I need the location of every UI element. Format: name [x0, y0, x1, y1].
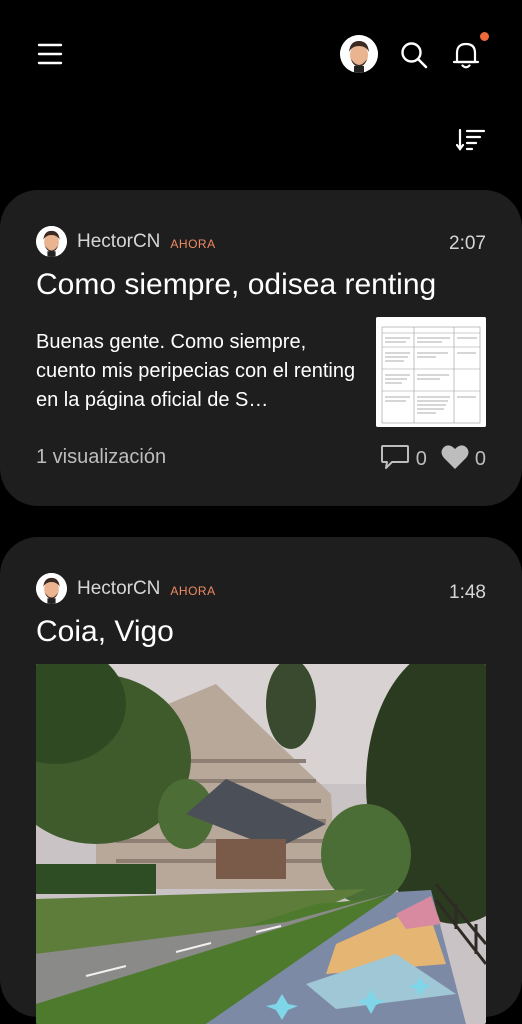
post-duration: 2:07 — [449, 233, 486, 254]
post-card[interactable]: HectorCN AHORA 2:07 Como siempre, odisea… — [0, 190, 522, 506]
user-avatar[interactable] — [340, 35, 378, 73]
notification-dot — [480, 32, 489, 41]
post-duration: 1:48 — [449, 582, 486, 603]
heart-icon[interactable] — [441, 444, 469, 475]
author-avatar[interactable] — [36, 226, 67, 257]
post-stats: 0 0 — [380, 444, 486, 475]
author-name[interactable]: HectorCN — [77, 578, 160, 600]
post-author-row: HectorCN AHORA — [36, 573, 216, 604]
top-app-bar — [0, 0, 522, 110]
post-photo[interactable] — [36, 664, 486, 1024]
post-card[interactable]: HectorCN AHORA 1:48 Coia, Vigo — [0, 537, 522, 1024]
search-icon[interactable] — [394, 35, 434, 75]
view-count: 1 visualización — [36, 446, 167, 468]
like-count: 0 — [474, 448, 486, 470]
post-time-badge: AHORA — [170, 237, 216, 251]
author-name[interactable]: HectorCN — [77, 231, 160, 253]
bell-icon[interactable] — [446, 35, 486, 75]
sort-icon[interactable] — [452, 122, 490, 158]
post-time-badge: AHORA — [170, 584, 216, 598]
post-thumbnail[interactable] — [376, 317, 486, 427]
post-author-row: HectorCN AHORA — [36, 226, 216, 257]
author-avatar[interactable] — [36, 573, 67, 604]
post-title[interactable]: Como siempre, odisea renting — [36, 268, 436, 302]
post-title[interactable]: Coia, Vigo — [36, 615, 174, 649]
hamburger-menu-icon[interactable] — [30, 34, 70, 74]
comment-count: 0 — [415, 448, 427, 470]
comment-icon[interactable] — [380, 444, 410, 475]
post-excerpt[interactable]: Buenas gente. Como siempre, cuento mis p… — [36, 328, 356, 415]
